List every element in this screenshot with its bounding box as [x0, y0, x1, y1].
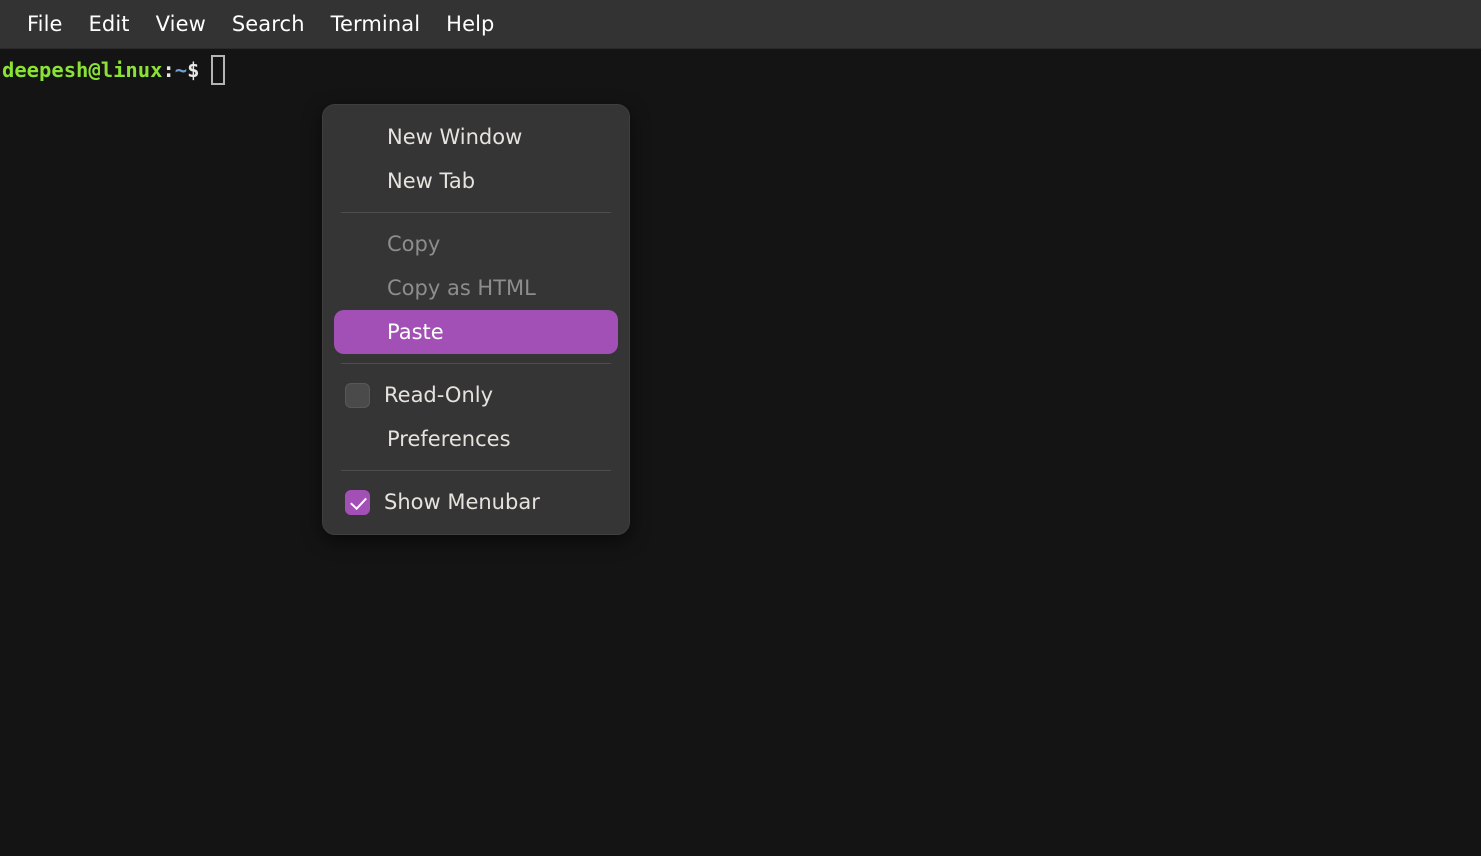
prompt-path: ~	[175, 55, 187, 85]
menu-item-new-window[interactable]: New Window	[334, 115, 618, 159]
menubar-item-view[interactable]: View	[143, 8, 219, 41]
menu-item-preferences[interactable]: Preferences	[334, 417, 618, 461]
menu-separator	[341, 470, 611, 471]
menu-item-copy-as-html: Copy as HTML	[334, 266, 618, 310]
checkbox-checked-icon[interactable]	[345, 490, 370, 515]
terminal-cursor	[211, 55, 225, 85]
menubar-item-search[interactable]: Search	[219, 8, 318, 41]
menu-item-label: Paste	[345, 322, 444, 343]
menubar: File Edit View Search Terminal Help	[0, 0, 1481, 49]
menu-item-new-tab[interactable]: New Tab	[334, 159, 618, 203]
terminal-window: File Edit View Search Terminal Help deep…	[0, 0, 1481, 856]
menubar-item-edit[interactable]: Edit	[76, 8, 143, 41]
menu-item-label: Read-Only	[370, 385, 493, 406]
menu-item-paste[interactable]: Paste	[334, 310, 618, 354]
menu-item-label: Copy as HTML	[345, 278, 536, 299]
context-menu: New Window New Tab Copy Copy as HTML Pas…	[322, 104, 630, 535]
menu-separator	[341, 363, 611, 364]
menubar-item-help[interactable]: Help	[433, 8, 507, 41]
menu-item-show-menubar[interactable]: Show Menubar	[334, 480, 618, 524]
menu-item-copy: Copy	[334, 222, 618, 266]
menubar-item-terminal[interactable]: Terminal	[318, 8, 434, 41]
menu-item-label: New Window	[345, 127, 522, 148]
menu-separator	[341, 212, 611, 213]
shell-prompt-line: deepesh@linux:~$	[2, 55, 1481, 85]
menu-item-label: Preferences	[345, 429, 511, 450]
prompt-colon: :	[162, 55, 174, 85]
menu-item-label: Copy	[345, 234, 440, 255]
prompt-user-host: deepesh@linux	[2, 55, 162, 85]
terminal-output-area[interactable]: deepesh@linux:~$	[0, 49, 1481, 856]
prompt-dollar-sign: $	[187, 55, 199, 85]
checkbox-unchecked-icon[interactable]	[345, 383, 370, 408]
menubar-item-file[interactable]: File	[14, 8, 76, 41]
menu-item-label: Show Menubar	[370, 492, 540, 513]
menu-item-label: New Tab	[345, 171, 475, 192]
menu-item-read-only[interactable]: Read-Only	[334, 373, 618, 417]
